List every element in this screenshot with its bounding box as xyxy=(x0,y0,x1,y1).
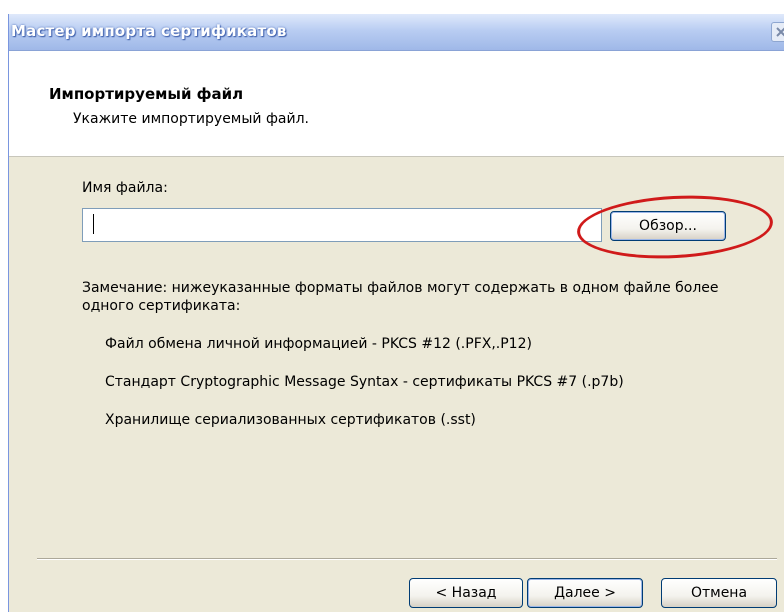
note-text-line1: Замечание: нижеуказанные форматы файлов … xyxy=(82,280,719,296)
close-icon xyxy=(776,27,784,37)
note-text-line2: одного сертификата: xyxy=(82,298,241,314)
page-subtitle: Укажите импортируемый файл. xyxy=(73,111,310,127)
filename-label: Имя файла: xyxy=(82,180,168,196)
format-item-pfx: Файл обмена личной информацией - PKCS #1… xyxy=(105,336,532,352)
window-title: Мастер импорта сертификатов xyxy=(11,22,287,40)
filename-input[interactable] xyxy=(82,208,602,242)
wizard-header: Импортируемый файл Укажите импортируемый… xyxy=(9,51,784,157)
back-button[interactable]: < Назад xyxy=(409,578,523,608)
cancel-button[interactable]: Отмена xyxy=(661,578,777,608)
close-button[interactable] xyxy=(771,22,784,42)
format-item-p7b: Стандарт Cryptographic Message Syntax - … xyxy=(105,374,624,390)
wizard-content: Имя файла: Обзор... Замечание: нижеуказа… xyxy=(9,156,784,612)
text-caret xyxy=(93,214,94,234)
footer-divider xyxy=(37,558,777,560)
format-item-sst: Хранилище сериализованных сертификатов (… xyxy=(105,412,476,428)
page-title: Импортируемый файл xyxy=(49,85,244,103)
title-bar[interactable]: Мастер импорта сертификатов xyxy=(9,14,784,51)
browse-button[interactable]: Обзор... xyxy=(610,211,726,241)
next-button[interactable]: Далее > xyxy=(527,578,643,608)
import-wizard-window: Мастер импорта сертификатов Импортируемы… xyxy=(8,14,784,612)
